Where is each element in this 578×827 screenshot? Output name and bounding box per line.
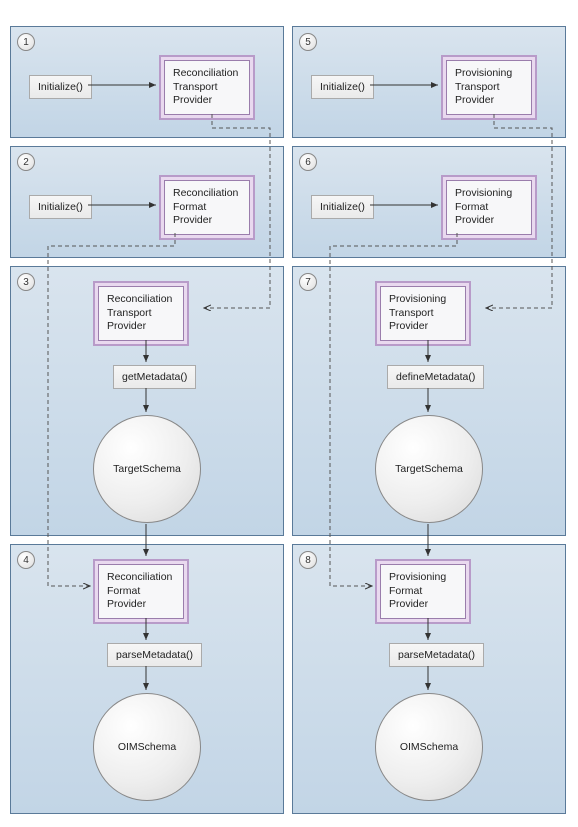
- provider-label: ReconciliationFormatProvider: [98, 564, 184, 619]
- panel-7: 7 ProvisioningTransportProvider defineMe…: [292, 266, 566, 536]
- step-badge-1: 1: [17, 33, 35, 51]
- initialize-method-5: Initialize(): [311, 75, 374, 99]
- step-badge-3: 3: [17, 273, 35, 291]
- initialize-method-2: Initialize(): [29, 195, 92, 219]
- oim-schema-4: OIMSchema: [93, 693, 201, 801]
- provider-label: ReconciliationTransportProvider: [164, 60, 250, 115]
- reconciliation-transport-provider-1: ReconciliationTransportProvider: [159, 55, 255, 120]
- provider-label: ProvisioningFormatProvider: [446, 180, 532, 235]
- step-badge-4: 4: [17, 551, 35, 569]
- reconciliation-format-provider-4: ReconciliationFormatProvider: [93, 559, 189, 624]
- provider-label: ProvisioningTransportProvider: [446, 60, 532, 115]
- target-schema-3: TargetSchema: [93, 415, 201, 523]
- step-badge-5: 5: [299, 33, 317, 51]
- step-badge-2: 2: [17, 153, 35, 171]
- initialize-method-6: Initialize(): [311, 195, 374, 219]
- step-badge-6: 6: [299, 153, 317, 171]
- parse-metadata-method-8: parseMetadata(): [389, 643, 484, 667]
- get-metadata-method: getMetadata(): [113, 365, 196, 389]
- panel-3: 3 ReconciliationTransportProvider getMet…: [10, 266, 284, 536]
- diagram-root: 1 Initialize() ReconciliationTransportPr…: [0, 0, 578, 827]
- reconciliation-transport-provider-3: ReconciliationTransportProvider: [93, 281, 189, 346]
- panel-1: 1 Initialize() ReconciliationTransportPr…: [10, 26, 284, 138]
- step-badge-8: 8: [299, 551, 317, 569]
- reconciliation-format-provider-2: ReconciliationFormatProvider: [159, 175, 255, 240]
- initialize-method-1: Initialize(): [29, 75, 92, 99]
- provider-label: ReconciliationFormatProvider: [164, 180, 250, 235]
- provisioning-format-provider-6: ProvisioningFormatProvider: [441, 175, 537, 240]
- provisioning-transport-provider-5: ProvisioningTransportProvider: [441, 55, 537, 120]
- panel-2: 2 Initialize() ReconciliationFormatProvi…: [10, 146, 284, 258]
- panel-6: 6 Initialize() ProvisioningFormatProvide…: [292, 146, 566, 258]
- provider-label: ReconciliationTransportProvider: [98, 286, 184, 341]
- panel-4: 4 ReconciliationFormatProvider parseMeta…: [10, 544, 284, 814]
- target-schema-7: TargetSchema: [375, 415, 483, 523]
- panel-8: 8 ProvisioningFormatProvider parseMetada…: [292, 544, 566, 814]
- provisioning-format-provider-8: ProvisioningFormatProvider: [375, 559, 471, 624]
- provisioning-transport-provider-7: ProvisioningTransportProvider: [375, 281, 471, 346]
- provider-label: ProvisioningTransportProvider: [380, 286, 466, 341]
- panel-5: 5 Initialize() ProvisioningTransportProv…: [292, 26, 566, 138]
- step-badge-7: 7: [299, 273, 317, 291]
- oim-schema-8: OIMSchema: [375, 693, 483, 801]
- parse-metadata-method-4: parseMetadata(): [107, 643, 202, 667]
- define-metadata-method: defineMetadata(): [387, 365, 484, 389]
- provider-label: ProvisioningFormatProvider: [380, 564, 466, 619]
